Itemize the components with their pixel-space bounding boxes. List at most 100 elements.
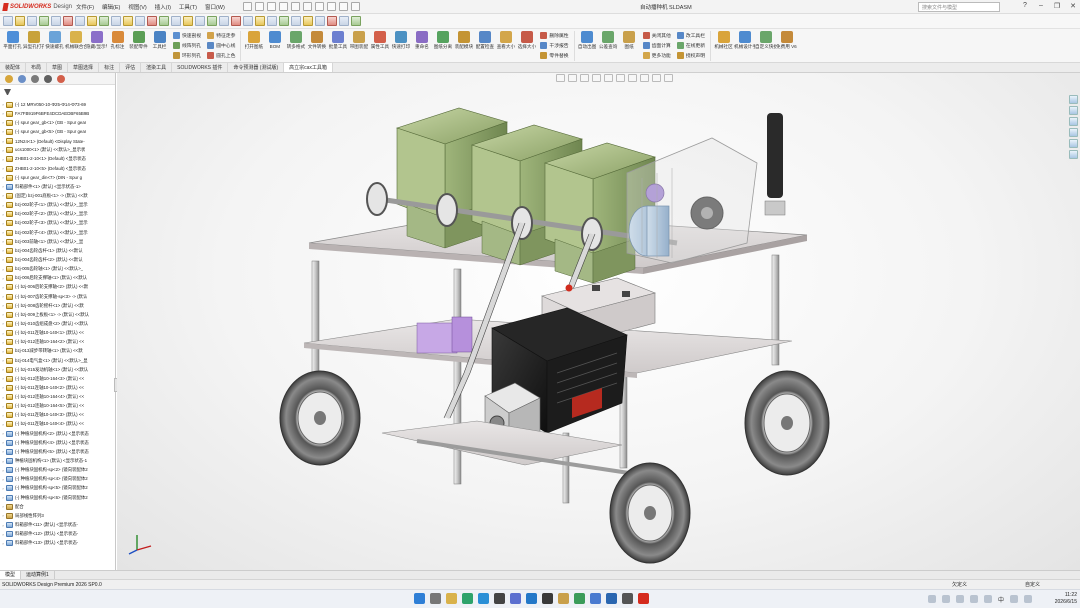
menu-edit[interactable]: 编辑(E) — [98, 3, 124, 11]
tab-4[interactable]: 标注 — [99, 63, 121, 72]
cmd-end_tools-2[interactable]: 自定义快捷命令 — [755, 29, 776, 49]
tree-item[interactable]: › bzj-003前轴<1> (默认) <<默认>_显 — [0, 237, 112, 246]
tab-2[interactable]: 草图 — [47, 63, 69, 72]
tree-item[interactable]: › (-) bzj-011连轴10-140<3> (默认) << — [0, 411, 112, 420]
rectangle-icon[interactable] — [51, 16, 61, 26]
minimize-button[interactable]: – — [1036, 2, 1046, 10]
appearances-icon[interactable] — [1069, 139, 1078, 148]
cmd-mid_tools-8[interactable]: 重命名 — [411, 29, 432, 49]
tray-icon[interactable] — [984, 595, 992, 603]
file-explorer-icon[interactable] — [1069, 117, 1078, 126]
tree-item[interactable]: › 配合 — [0, 502, 112, 511]
mate-icon[interactable] — [159, 16, 169, 26]
browser-icon[interactable] — [478, 593, 489, 604]
edge-icon[interactable] — [462, 593, 473, 604]
pan-icon[interactable] — [303, 16, 313, 26]
cmd-big_tools-7[interactable]: 工具栏 — [149, 29, 170, 49]
cmd-big_tools-1[interactable]: 异型孔打孔 — [23, 29, 44, 49]
solidworks-taskbar-icon[interactable] — [638, 593, 649, 604]
tree-item[interactable]: › ZHB01-2-10<1> (Default) <显示状态 — [0, 155, 112, 164]
rebuild-icon[interactable] — [338, 2, 348, 11]
tree-item[interactable]: › bzj-004齿轮齿杆<2> (默认) <<默认 — [0, 255, 112, 264]
tree-item[interactable]: › (-) 种植块固机构<2> (默认) <显示状态 — [0, 429, 112, 438]
select-icon[interactable] — [326, 2, 336, 11]
tab-7[interactable]: SOLIDWORKS 插件 — [172, 63, 229, 72]
cmd-mid_tools-9[interactable]: 图纸分离 — [432, 29, 453, 49]
lights-icon[interactable] — [315, 16, 325, 26]
cmd-mid_tools-10[interactable]: 装配模块 — [453, 29, 474, 49]
tab-8[interactable]: 命令预测器 (测试版) — [228, 63, 285, 72]
maximize-button[interactable]: ❐ — [1052, 2, 1062, 10]
start-icon[interactable] — [414, 593, 425, 604]
appearance-icon[interactable] — [207, 16, 217, 26]
chamfer-icon[interactable] — [123, 16, 133, 26]
tree-item[interactable]: › (-) bzj-012连轴10-164<4> (默认) << — [0, 393, 112, 402]
graphics-viewport[interactable] — [117, 73, 1080, 570]
explode-icon[interactable] — [183, 16, 193, 26]
cmd-big_tools-4[interactable]: 隐藏/显示零件 — [86, 29, 107, 49]
tree-item[interactable]: › 12N24<1> (Default) <Display State- — [0, 137, 112, 146]
tree-item[interactable]: › (-) 12 MRV050-10-Φ25-Φ14-Φ73-69 — [0, 100, 112, 109]
cmd-big_tools-3[interactable]: 机械联合合 — [65, 29, 86, 49]
hide-show-icon[interactable] — [231, 16, 241, 26]
tree-item[interactable]: › (-) bzj-008齿轮摇杆<1> (默认) <<默 — [0, 301, 112, 310]
menu-tools[interactable]: 工具(T) — [175, 3, 201, 11]
cmd-big_tools-0[interactable]: 平面打孔 — [2, 29, 23, 49]
tab-6[interactable]: 渲染工具 — [141, 63, 173, 72]
tree-item[interactable]: › bzj-014电气盒<1> (默认) <<默认>_显 — [0, 356, 112, 365]
tree-item[interactable]: › (-) bzj-012连轴10-164<3> (默认) << — [0, 374, 112, 383]
save-icon[interactable] — [278, 2, 288, 11]
tree-item[interactable]: › (-) spur gear_din<7> (DIN - Spur g — [0, 173, 112, 182]
view-orientation-icon[interactable] — [243, 16, 253, 26]
circle-icon[interactable] — [39, 16, 49, 26]
tree-item[interactable]: › (-) spur gear_gb<5> (GB - Spur gear — [0, 127, 112, 136]
tab-1[interactable]: 布局 — [26, 63, 48, 72]
custom-properties-icon[interactable] — [1069, 150, 1078, 159]
app3-icon[interactable] — [590, 593, 601, 604]
realview-icon[interactable] — [351, 16, 361, 26]
cmd-end_tools-1[interactable]: 机械设计手册 — [734, 29, 755, 49]
open-icon[interactable] — [266, 2, 276, 11]
tree-item[interactable]: › bzj-006后轮支撑轴<1> (默认) <<默认 — [0, 274, 112, 283]
tree-item[interactable]: › 料箱部件<13> (默认) <显示状态- — [0, 539, 112, 548]
cmd-small_col_1-0[interactable]: 快速剖视 — [173, 31, 201, 40]
search-icon[interactable] — [430, 593, 441, 604]
help-icon[interactable]: ? — [1020, 2, 1030, 10]
line-icon[interactable] — [27, 16, 37, 26]
cmd-small_col_4-2[interactable]: 更多功能 — [642, 51, 671, 60]
tree-item[interactable]: › (-) 种植块固机构-sp<2> (镜向装配体2 — [0, 466, 112, 475]
cmd-small_col_5-0[interactable]: 改工具栏 — [676, 31, 705, 40]
tree-item[interactable]: › 料箱部件<12> (默认) <显示状态- — [0, 530, 112, 539]
tree-item[interactable]: › (-) spur gear_gb<1> (GB - Spur gear — [0, 118, 112, 127]
tray-icon[interactable] — [942, 595, 950, 603]
new-document-icon[interactable] — [254, 2, 264, 11]
tree-item[interactable]: › 种植块固机构<1> (默认) <显示状态-1 — [0, 456, 112, 465]
tab-3[interactable]: 草图选择 — [68, 63, 100, 72]
sketch-icon[interactable] — [15, 16, 25, 26]
menu-insert[interactable]: 插入(I) — [151, 3, 175, 11]
home-icon[interactable] — [242, 2, 252, 11]
tree-item[interactable]: › 局部线性阵列3 — [0, 511, 112, 520]
view-palette-icon[interactable] — [1069, 128, 1078, 137]
tree-item[interactable]: › (-) bzj-009上板板<1> -> (默认) <<默认 — [0, 310, 112, 319]
cmd-small_col_3-1[interactable]: 干涉报告 — [540, 41, 569, 50]
tab-9[interactable]: 高立宗cax工具箱 — [284, 63, 333, 72]
tray-icon[interactable] — [956, 595, 964, 603]
tree-item[interactable]: › (-) bzj-015发动机轴<1> (默认) <<默认 — [0, 365, 112, 374]
tree-item[interactable]: › ucs1000<1> (默认) <<默认>_显示状 — [0, 146, 112, 155]
tab-model[interactable]: 模型 — [0, 571, 22, 579]
cmd-right_tools-0[interactable]: 自动出图 — [577, 29, 598, 49]
feature-tree-tab-icon[interactable] — [5, 74, 13, 83]
tree-item[interactable]: › (-) bzj-010齿组成盘<2> (默认) <<默认 — [0, 319, 112, 328]
tree-item[interactable]: › (-) bzj-011连轴10-140<4> (默认) << — [0, 420, 112, 429]
zoom-area-icon[interactable] — [279, 16, 289, 26]
section-icon[interactable] — [219, 16, 229, 26]
cmd-small_col_2-2[interactable]: 圆孔上色 — [207, 51, 235, 60]
filter-funnel-icon[interactable] — [4, 89, 11, 95]
cmd-mid_tools-12[interactable]: 查看大小 — [495, 29, 516, 49]
camera-icon[interactable] — [327, 16, 337, 26]
resources-icon[interactable] — [1069, 95, 1078, 104]
cmd-mid_tools-1[interactable]: BOM — [264, 29, 285, 49]
tree-item[interactable]: › bzj-004齿轮齿杆<1> (默认) <<默认 — [0, 246, 112, 255]
tree-item[interactable]: › (-) 种植块固机构-sp<6> (镜向装配体2 — [0, 493, 112, 502]
